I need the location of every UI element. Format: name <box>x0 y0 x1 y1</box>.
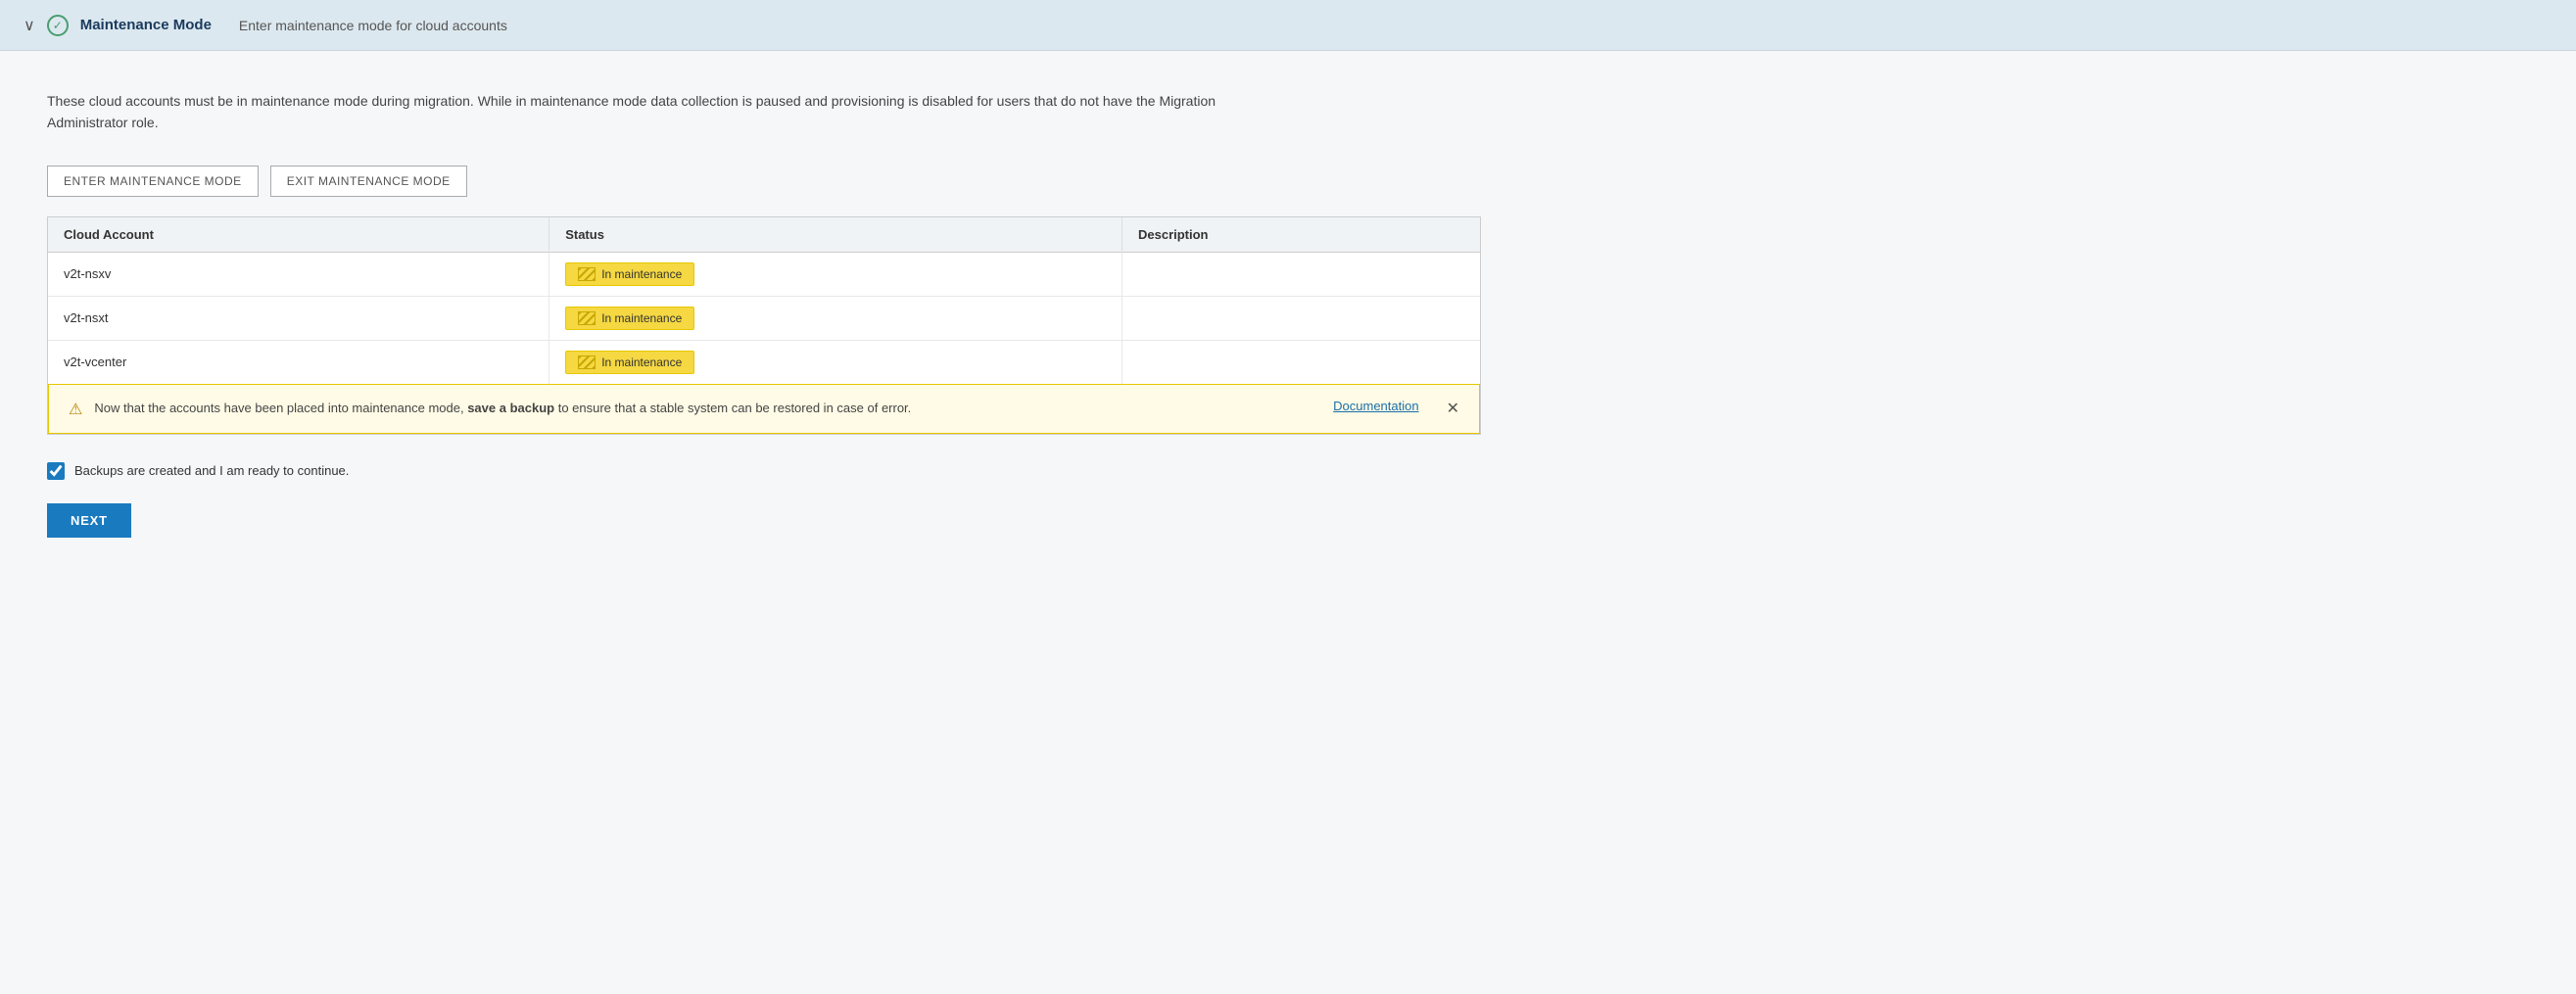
maintenance-icon <box>578 267 596 281</box>
maintenance-icon <box>578 355 596 369</box>
status-badge-label: In maintenance <box>601 267 682 281</box>
column-header-account: Cloud Account <box>48 217 549 253</box>
table-header-row: Cloud Account Status Description <box>48 217 1480 253</box>
cell-description <box>1121 340 1480 384</box>
warning-close-icon[interactable]: ✕ <box>1447 399 1459 418</box>
exit-maintenance-button[interactable]: EXIT MAINTENANCE MODE <box>270 166 467 197</box>
chevron-icon[interactable]: ∨ <box>24 16 35 35</box>
warning-triangle-icon: ⚠ <box>69 400 82 419</box>
table-row: v2t-nsxv In maintenance <box>48 252 1480 296</box>
button-row: ENTER MAINTENANCE MODE EXIT MAINTENANCE … <box>47 166 1481 197</box>
cell-account: v2t-nsxv <box>48 252 549 296</box>
column-header-description: Description <box>1121 217 1480 253</box>
next-button[interactable]: NEXT <box>47 503 131 538</box>
warning-message-prefix: Now that the accounts have been placed i… <box>94 401 467 415</box>
description-text: These cloud accounts must be in maintena… <box>47 90 1222 134</box>
cloud-accounts-table: Cloud Account Status Description v2t-nsx… <box>48 217 1480 384</box>
check-circle-icon: ✓ <box>47 15 69 36</box>
column-header-status: Status <box>549 217 1122 253</box>
status-badge: In maintenance <box>565 307 694 330</box>
table-row: v2t-vcenter In maintenance <box>48 340 1480 384</box>
cell-description <box>1121 296 1480 340</box>
warning-message-bold: save a backup <box>467 401 554 415</box>
enter-maintenance-button[interactable]: ENTER MAINTENANCE MODE <box>47 166 259 197</box>
status-badge: In maintenance <box>565 351 694 374</box>
table-row: v2t-nsxt In maintenance <box>48 296 1480 340</box>
cell-status: In maintenance <box>549 296 1122 340</box>
header-subtitle: Enter maintenance mode for cloud account… <box>239 18 507 33</box>
backup-checkbox-label[interactable]: Backups are created and I am ready to co… <box>74 463 349 478</box>
maintenance-icon <box>578 311 596 325</box>
status-badge-label: In maintenance <box>601 311 682 325</box>
warning-message-suffix: to ensure that a stable system can be re… <box>554 401 911 415</box>
status-badge-label: In maintenance <box>601 355 682 369</box>
backup-checkbox[interactable] <box>47 462 65 480</box>
maintenance-table: Cloud Account Status Description v2t-nsx… <box>47 216 1481 435</box>
cell-status: In maintenance <box>549 340 1122 384</box>
documentation-link[interactable]: Documentation <box>1333 399 1418 413</box>
cell-status: In maintenance <box>549 252 1122 296</box>
header-bar: ∨ ✓ Maintenance Mode Enter maintenance m… <box>0 0 2576 51</box>
cell-description <box>1121 252 1480 296</box>
warning-text: Now that the accounts have been placed i… <box>94 399 1321 418</box>
header-title: Maintenance Mode <box>80 17 212 33</box>
warning-banner: ⚠ Now that the accounts have been placed… <box>48 384 1480 434</box>
main-content: These cloud accounts must be in maintena… <box>0 51 1528 577</box>
cell-account: v2t-nsxt <box>48 296 549 340</box>
status-badge: In maintenance <box>565 262 694 286</box>
backup-checkbox-row: Backups are created and I am ready to co… <box>47 462 1481 480</box>
cell-account: v2t-vcenter <box>48 340 549 384</box>
